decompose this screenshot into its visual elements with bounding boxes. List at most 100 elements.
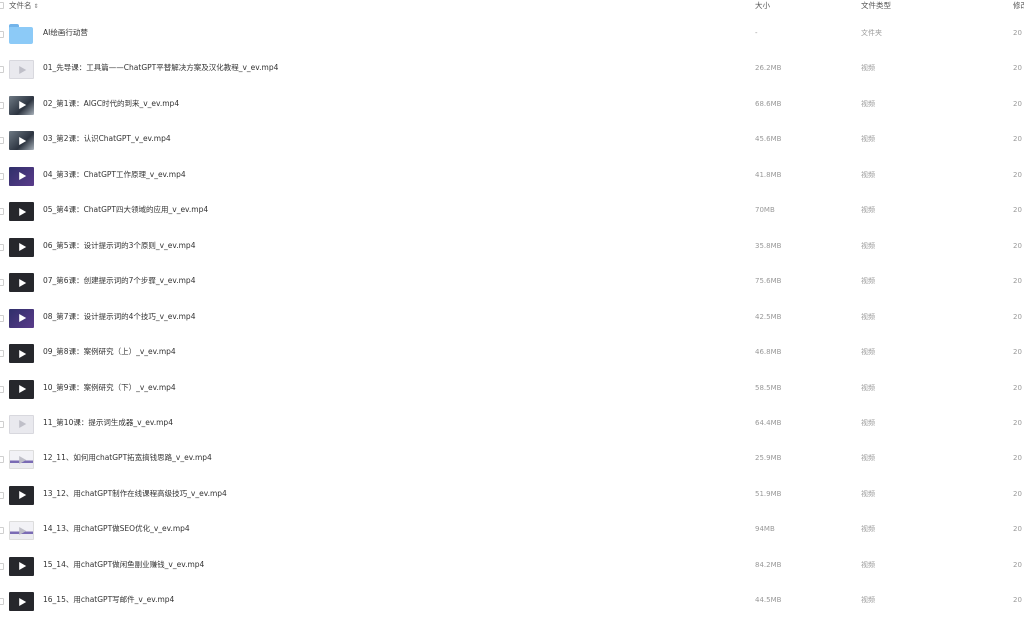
file-name[interactable]: 05_第4课：ChatGPT四大领域的应用_v_ev.mp4	[43, 204, 208, 216]
file-row[interactable]: 04_第3课：ChatGPT工作原理_v_ev.mp4 41.8MB 视频 20	[0, 159, 1024, 193]
row-checkbox[interactable]	[0, 279, 4, 287]
file-name[interactable]: 15_14、用chatGPT做闲鱼副业赚钱_v_ev.mp4	[43, 559, 204, 571]
file-type: 视频	[861, 206, 875, 215]
file-name[interactable]: 11_第10课：提示词生成器_v_ev.mp4	[43, 417, 173, 429]
file-type: 视频	[861, 454, 875, 463]
file-modified-date: 20	[1013, 135, 1022, 144]
folder-row[interactable]: AI绘画行动营 - 文件夹 20	[0, 17, 1024, 51]
file-row[interactable]: 07_第6课：创建提示词的7个步骤_v_ev.mp4 75.6MB 视频 20	[0, 265, 1024, 299]
row-checkbox[interactable]	[0, 172, 4, 180]
video-thumbnail[interactable]	[9, 308, 34, 328]
file-row[interactable]: 11_第10课：提示词生成器_v_ev.mp4 64.4MB 视频 20	[0, 407, 1024, 441]
file-modified-date: 20	[1013, 277, 1022, 286]
video-thumbnail[interactable]	[9, 556, 34, 576]
row-checkbox[interactable]	[0, 598, 4, 606]
file-name[interactable]: 03_第2课：认识ChatGPT_v_ev.mp4	[43, 133, 171, 145]
play-icon	[18, 136, 26, 145]
file-row[interactable]: 16_15、用chatGPT写邮件_v_ev.mp4 44.5MB 视频 20	[0, 584, 1024, 618]
file-name[interactable]: 07_第6课：创建提示词的7个步骤_v_ev.mp4	[43, 275, 195, 287]
file-size: 35.8MB	[755, 241, 782, 250]
file-size: 26.2MB	[755, 64, 782, 73]
file-type: 视频	[861, 525, 875, 534]
row-checkbox[interactable]	[0, 385, 4, 393]
row-checkbox[interactable]	[0, 137, 4, 145]
file-name[interactable]: 10_第9课：案例研究（下）_v_ev.mp4	[43, 382, 176, 394]
video-thumbnail[interactable]	[9, 414, 34, 434]
select-all-checkbox[interactable]	[0, 2, 4, 9]
video-thumbnail[interactable]	[9, 60, 34, 80]
video-thumbnail[interactable]	[9, 237, 34, 257]
file-row[interactable]: 02_第1课：AIGC时代的到来_v_ev.mp4 68.6MB 视频 20	[0, 88, 1024, 122]
file-type: 视频	[861, 135, 875, 144]
file-modified-date: 20	[1013, 348, 1022, 357]
video-thumbnail[interactable]	[9, 379, 34, 399]
column-header-modified[interactable]: 修改	[1013, 1, 1024, 11]
row-checkbox[interactable]	[0, 491, 4, 499]
video-thumbnail[interactable]	[9, 450, 34, 470]
row-checkbox[interactable]	[0, 527, 4, 535]
file-row[interactable]: 08_第7课：设计提示词的4个技巧_v_ev.mp4 42.5MB 视频 20	[0, 301, 1024, 335]
file-name[interactable]: AI绘画行动营	[43, 27, 88, 39]
file-modified-date: 20	[1013, 241, 1022, 250]
column-header-name[interactable]: 文件名 ⇕	[9, 1, 39, 12]
file-name[interactable]: 08_第7课：设计提示词的4个技巧_v_ev.mp4	[43, 311, 195, 323]
file-name[interactable]: 12_11、如何用chatGPT拓宽搞钱思路_v_ev.mp4	[43, 452, 212, 464]
row-checkbox[interactable]	[0, 350, 4, 358]
video-thumbnail[interactable]	[9, 131, 34, 151]
play-icon	[18, 349, 26, 358]
row-checkbox[interactable]	[0, 456, 4, 464]
video-thumbnail[interactable]	[9, 485, 34, 505]
play-icon	[18, 455, 26, 464]
video-thumbnail[interactable]	[9, 273, 34, 293]
video-thumbnail[interactable]	[9, 592, 34, 612]
file-row[interactable]: 12_11、如何用chatGPT拓宽搞钱思路_v_ev.mp4 25.9MB 视频 2…	[0, 442, 1024, 476]
file-modified-date: 20	[1013, 454, 1022, 463]
file-size: 41.8MB	[755, 170, 782, 179]
file-name[interactable]: 02_第1课：AIGC时代的到来_v_ev.mp4	[43, 98, 179, 110]
file-name[interactable]: 01_先导课：工具篇——ChatGPT平替解决方案及汉化教程_v_ev.mp4	[43, 62, 278, 74]
row-checkbox[interactable]	[0, 314, 4, 322]
column-header-type[interactable]: 文件类型	[861, 1, 891, 11]
column-header-size[interactable]: 大小	[755, 1, 770, 11]
sort-icon[interactable]: ⇕	[34, 3, 39, 10]
file-name[interactable]: 06_第5课：设计提示词的3个原则_v_ev.mp4	[43, 240, 195, 252]
file-size: 75.6MB	[755, 277, 782, 286]
video-thumbnail[interactable]	[9, 521, 34, 541]
file-size: 64.4MB	[755, 418, 782, 427]
row-checkbox[interactable]	[0, 101, 4, 109]
video-thumbnail[interactable]	[9, 344, 34, 364]
video-thumbnail[interactable]	[9, 166, 34, 186]
file-name[interactable]: 14_13、用chatGPT做SEO优化_v_ev.mp4	[43, 523, 190, 535]
play-icon	[18, 65, 26, 74]
video-thumbnail[interactable]	[9, 202, 34, 222]
file-modified-date: 20	[1013, 312, 1022, 321]
file-size: 68.6MB	[755, 99, 782, 108]
file-type: 视频	[861, 383, 875, 392]
file-row[interactable]: 09_第8课：案例研究（上）_v_ev.mp4 46.8MB 视频 20	[0, 336, 1024, 370]
row-checkbox[interactable]	[0, 243, 4, 251]
play-icon	[18, 597, 26, 606]
file-row[interactable]: 13_12、用chatGPT制作在线课程高级技巧_v_ev.mp4 51.9MB 视…	[0, 478, 1024, 512]
file-name[interactable]: 13_12、用chatGPT制作在线课程高级技巧_v_ev.mp4	[43, 488, 227, 500]
file-type: 视频	[861, 277, 875, 286]
file-row[interactable]: 06_第5课：设计提示词的3个原则_v_ev.mp4 35.8MB 视频 20	[0, 230, 1024, 264]
row-checkbox[interactable]	[0, 66, 4, 74]
row-checkbox[interactable]	[0, 562, 4, 570]
row-checkbox[interactable]	[0, 31, 4, 38]
file-row[interactable]: 01_先导课：工具篇——ChatGPT平替解决方案及汉化教程_v_ev.mp4 2…	[0, 52, 1024, 86]
row-checkbox[interactable]	[0, 420, 4, 428]
file-row[interactable]: 14_13、用chatGPT做SEO优化_v_ev.mp4 94MB 视频 20	[0, 513, 1024, 547]
file-modified-date: 20	[1013, 99, 1022, 108]
file-row[interactable]: 10_第9课：案例研究（下）_v_ev.mp4 58.5MB 视频 20	[0, 372, 1024, 406]
row-checkbox[interactable]	[0, 208, 4, 216]
file-name[interactable]: 04_第3课：ChatGPT工作原理_v_ev.mp4	[43, 169, 186, 181]
file-row[interactable]: 15_14、用chatGPT做闲鱼副业赚钱_v_ev.mp4 84.2MB 视频 20	[0, 549, 1024, 583]
file-row[interactable]: 03_第2课：认识ChatGPT_v_ev.mp4 45.6MB 视频 20	[0, 123, 1024, 157]
file-row[interactable]: 05_第4课：ChatGPT四大领域的应用_v_ev.mp4 70MB 视频 20	[0, 194, 1024, 228]
file-name[interactable]: 09_第8课：案例研究（上）_v_ev.mp4	[43, 346, 176, 358]
file-type: 视频	[861, 596, 875, 605]
file-name[interactable]: 16_15、用chatGPT写邮件_v_ev.mp4	[43, 594, 174, 606]
file-modified-date: 20	[1013, 489, 1022, 498]
play-icon	[18, 243, 26, 252]
video-thumbnail[interactable]	[9, 95, 34, 115]
